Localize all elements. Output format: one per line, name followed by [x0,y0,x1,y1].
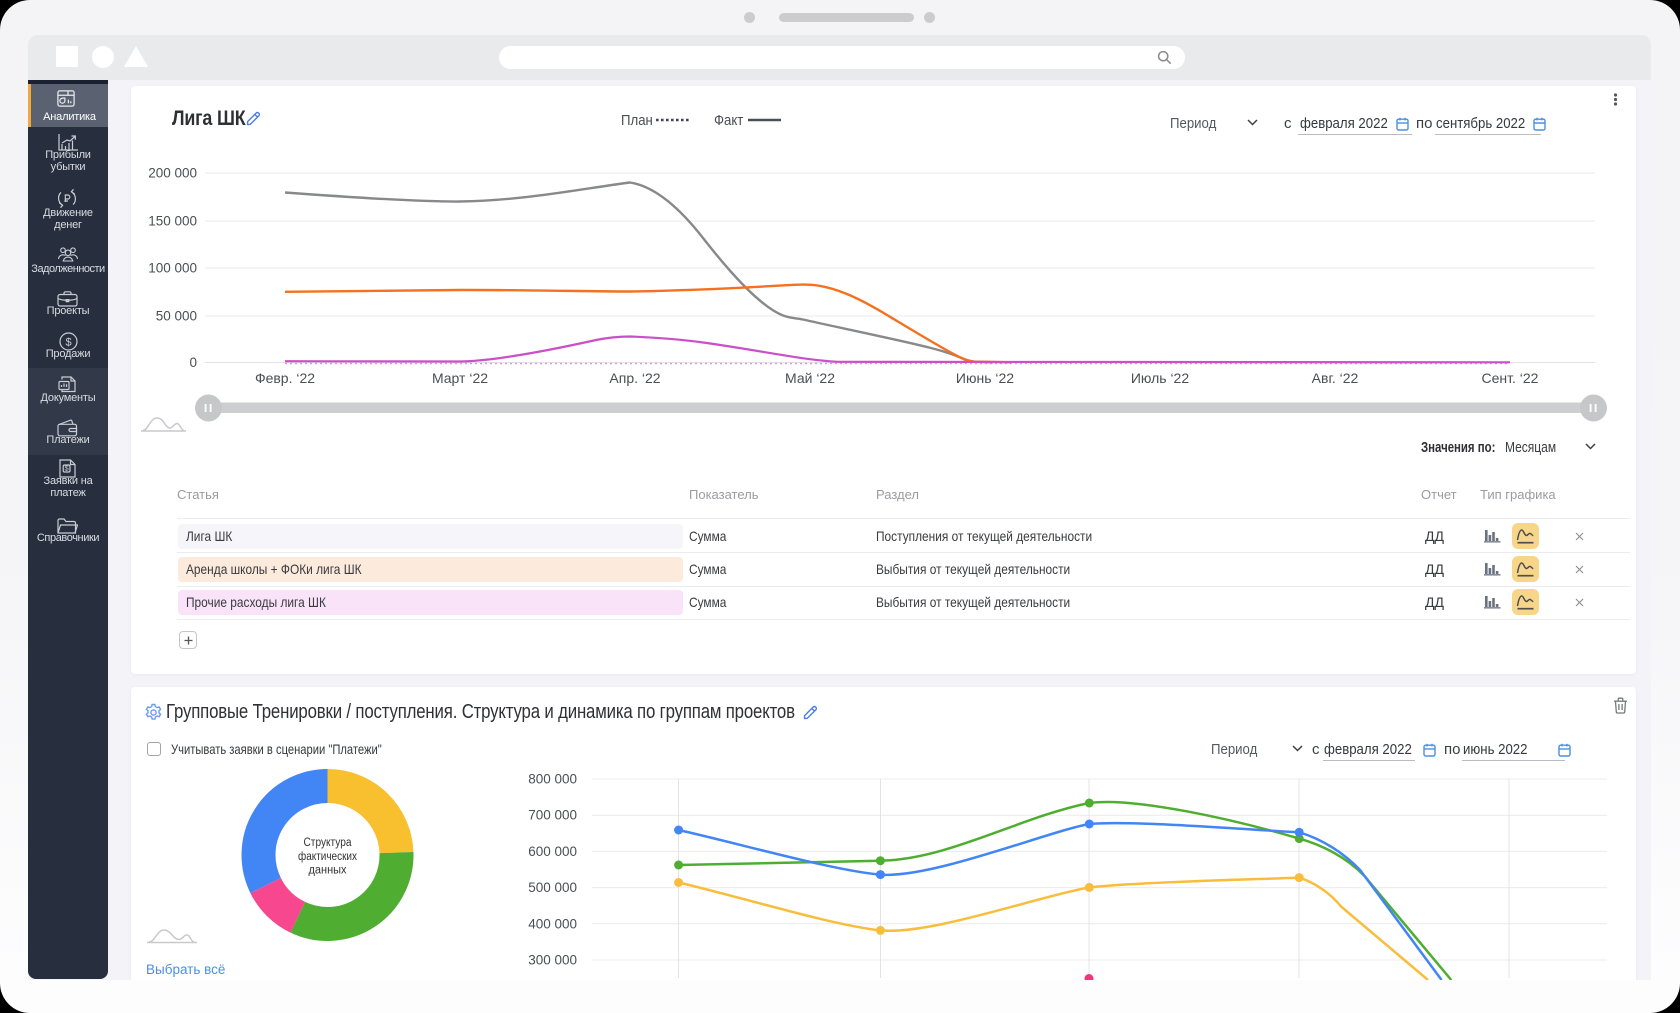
svg-text:данных: данных [309,865,347,877]
svg-text:Июль ‘22: Июль ‘22 [1131,370,1190,386]
svg-text:Сент. ‘22: Сент. ‘22 [1482,370,1539,386]
svg-text:100 000: 100 000 [148,261,197,276]
svg-text:50 000: 50 000 [156,309,197,324]
svg-text:400 000: 400 000 [528,916,577,931]
svg-text:Июнь ‘22: Июнь ‘22 [956,370,1014,386]
svg-text:300 000: 300 000 [528,953,577,968]
svg-text:$: $ [65,336,71,348]
svg-text:Апр. ‘22: Апр. ‘22 [609,370,660,386]
svg-text:800 000: 800 000 [528,772,577,787]
svg-text:Структура: Структура [304,837,353,849]
svg-text:Май ‘22: Май ‘22 [785,370,835,386]
svg-text:700 000: 700 000 [528,808,577,823]
svg-text:Февр. ‘22: Февр. ‘22 [255,370,315,386]
svg-text:фактических: фактических [298,851,357,863]
svg-text:600 000: 600 000 [528,844,577,859]
svg-text:Авг. ‘22: Авг. ‘22 [1312,370,1359,386]
svg-text:200 000: 200 000 [148,166,197,181]
svg-text:150 000: 150 000 [148,214,197,229]
svg-text:Март ‘22: Март ‘22 [432,370,488,386]
svg-text:0: 0 [189,355,197,370]
svg-text:500 000: 500 000 [528,880,577,895]
